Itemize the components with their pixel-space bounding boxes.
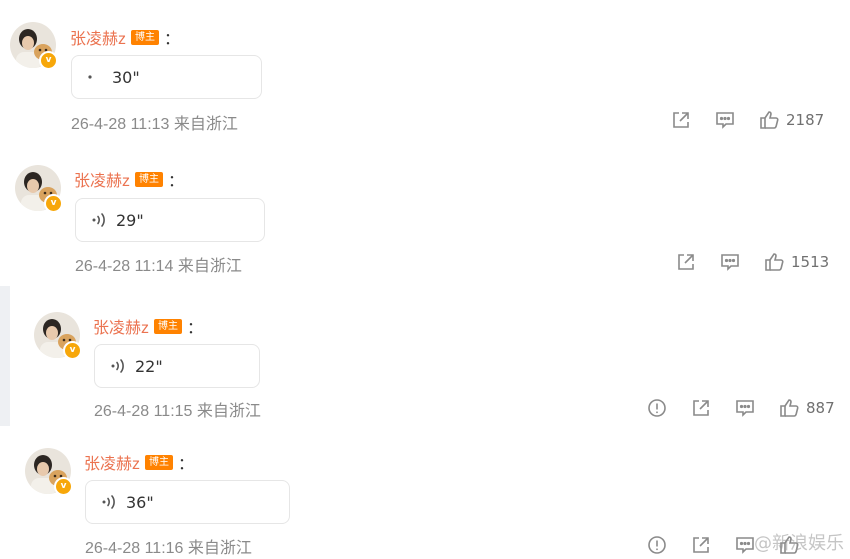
voice-duration: 36" (126, 492, 154, 512)
timestamp: 26-4-28 11:16 (85, 540, 184, 557)
blogger-badge: 博主 (145, 454, 174, 470)
verified-badge-icon: v (54, 477, 73, 496)
report-icon (648, 536, 666, 554)
avatar[interactable]: v (25, 448, 73, 496)
comment-item: v 张凌赫z 博主 ： 36" 26-4-28 11:16 来自浙江 (0, 0, 850, 559)
reply-button[interactable] (734, 534, 756, 556)
colon: ： (178, 456, 195, 473)
voice-message[interactable]: 36" (85, 480, 290, 524)
watermark: @新浪娱乐 (754, 533, 844, 554)
voice-wave-icon (102, 495, 115, 509)
report-button[interactable] (646, 534, 668, 556)
share-icon (693, 537, 709, 553)
comment-meta: 26-4-28 11:16 来自浙江 (85, 534, 252, 558)
comment-icon (736, 537, 754, 554)
location-source: 来自浙江 (187, 540, 252, 557)
share-button[interactable] (690, 534, 712, 556)
username-link[interactable]: 张凌赫z (84, 450, 140, 474)
